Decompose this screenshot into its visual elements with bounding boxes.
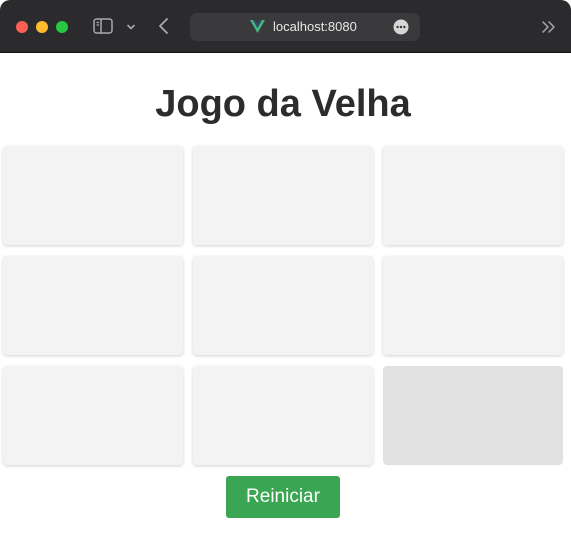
restart-button[interactable]: Reiniciar [226, 476, 340, 518]
browser-window: localhost:8080 Jogo da Velha Reiniciar [0, 0, 571, 551]
board-cell-6[interactable] [383, 256, 563, 355]
board-cell-9[interactable] [383, 366, 563, 465]
game-board [3, 146, 563, 466]
vue-logo-icon [250, 20, 265, 34]
chevron-down-icon[interactable] [125, 20, 137, 32]
board-cell-5[interactable] [193, 256, 373, 355]
board-cell-2[interactable] [193, 146, 373, 245]
back-arrow-icon[interactable] [156, 17, 172, 35]
page-content: Jogo da Velha Reiniciar [0, 54, 571, 551]
board-cell-7[interactable] [3, 366, 183, 465]
address-bar[interactable]: localhost:8080 [190, 13, 420, 41]
page-title: Jogo da Velha [155, 83, 411, 125]
board-cell-4[interactable] [3, 256, 183, 355]
sidebar-toggle-icon[interactable] [93, 18, 113, 34]
maximize-window-button[interactable] [56, 21, 68, 33]
board-cell-8[interactable] [193, 366, 373, 465]
board-cell-1[interactable] [3, 146, 183, 245]
url-text: localhost:8080 [273, 19, 357, 34]
double-chevron-right-icon[interactable] [540, 19, 558, 35]
minimize-window-button[interactable] [36, 21, 48, 33]
board-cell-3[interactable] [383, 146, 563, 245]
close-window-button[interactable] [16, 21, 28, 33]
more-options-icon[interactable] [393, 19, 409, 35]
browser-toolbar: localhost:8080 [0, 0, 571, 53]
